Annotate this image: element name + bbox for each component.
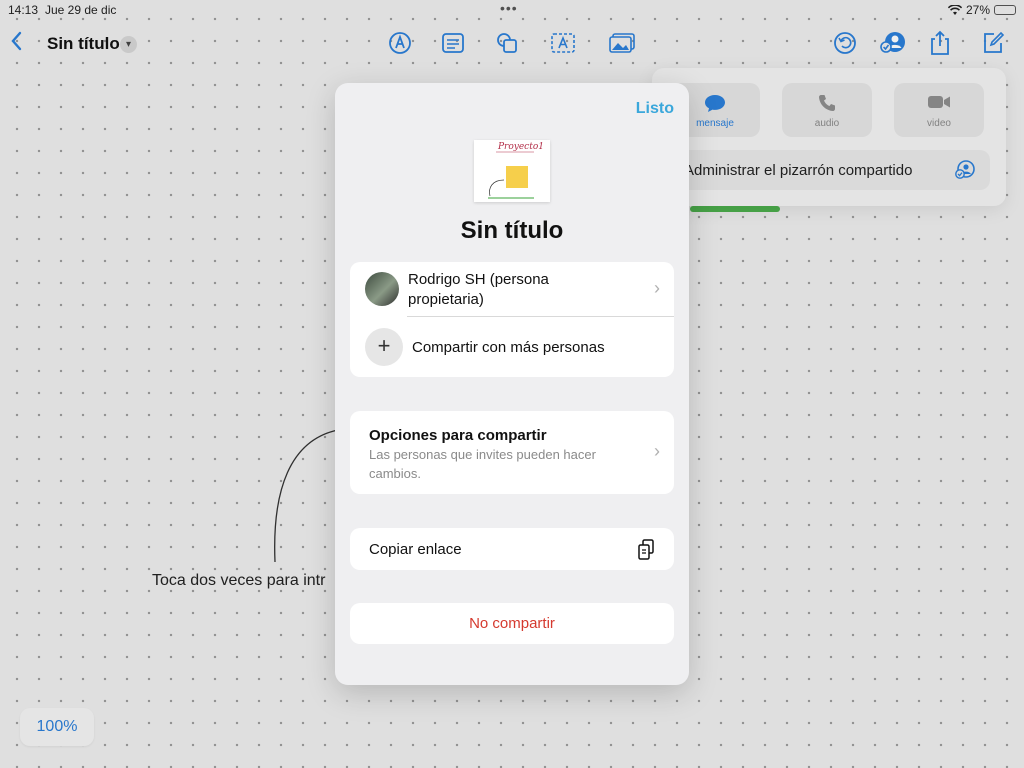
copy-link-label: Copiar enlace (369, 541, 462, 558)
done-button[interactable]: Listo (636, 100, 674, 118)
share-more-label: Compartir con más personas (412, 339, 605, 356)
chevron-right-icon: › (654, 441, 660, 461)
copy-link-icon (637, 539, 655, 566)
plus-icon: + (365, 328, 403, 366)
divider (407, 316, 674, 317)
stop-sharing-label: No compartir (469, 615, 555, 632)
avatar (365, 272, 399, 306)
share-sheet: Listo Proyecto1 Sin título Rodrigo SH (p… (335, 83, 689, 685)
thumbnail-sticky-note (506, 166, 528, 188)
board-thumbnail: Proyecto1 (474, 140, 550, 202)
board-name-heading: Sin título (460, 217, 564, 244)
stop-sharing-button[interactable]: No compartir (350, 603, 674, 644)
chevron-right-icon: › (654, 278, 660, 298)
owner-name: Rodrigo SH (persona propietaria) (408, 271, 549, 308)
participants-group: Rodrigo SH (persona propietaria) › + Com… (350, 262, 674, 377)
share-options-title: Opciones para compartir (369, 427, 547, 444)
share-options-subtitle: Las personas que invites pueden hacer ca… (369, 447, 596, 481)
share-options-row[interactable]: Opciones para compartir Las personas que… (350, 411, 674, 494)
copy-link-row[interactable]: Copiar enlace (350, 528, 674, 570)
